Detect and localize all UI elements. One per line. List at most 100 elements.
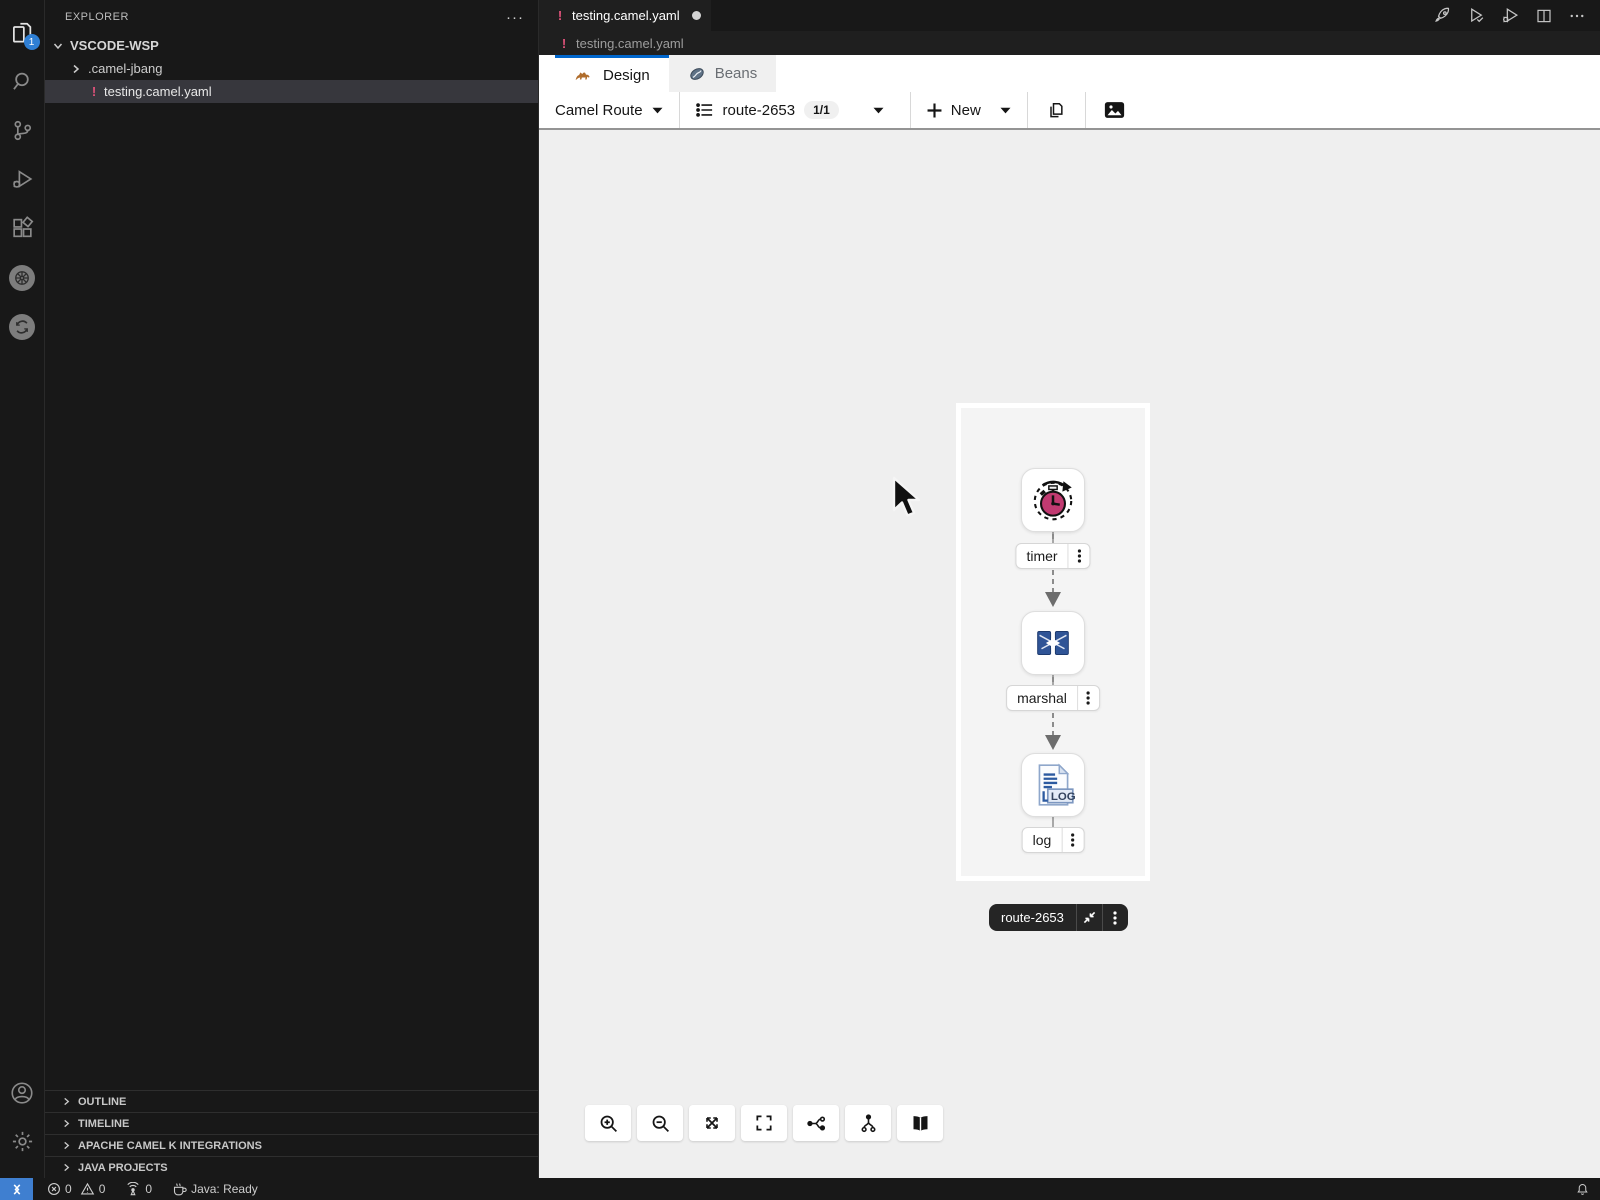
kaoto-tab-bar: Design Beans [539,55,1600,92]
tree-item-testing-camel-yaml[interactable]: ! testing.camel.yaml [45,80,538,103]
fit-to-screen-button[interactable] [741,1105,787,1141]
kubernetes-icon [9,265,35,291]
section-label: APACHE CAMEL K INTEGRATIONS [78,1140,262,1152]
chevron-down-icon [51,41,65,51]
vscode-window: 1 [0,0,1600,1200]
file-tree: VSCODE-WSP .camel-jbang ! testing.camel.… [45,34,538,103]
section-timeline[interactable]: TIMELINE [45,1112,538,1134]
node-timer[interactable] [1021,468,1085,532]
chevron-right-icon [59,1097,73,1106]
main-area: 1 [0,0,1600,1178]
kebab-menu-icon[interactable] [1077,686,1099,710]
sidebar-item-kubernetes[interactable] [0,253,45,302]
sidebar-item-run-debug[interactable] [0,155,45,204]
kaoto-canvas[interactable]: timer [539,130,1600,1178]
section-camel-k-integrations[interactable]: APACHE CAMEL K INTEGRATIONS [45,1134,538,1156]
sidebar-sections: OUTLINE TIMELINE APACHE CAMEL K INTEGRAT… [45,1090,538,1178]
explorer-title: EXPLORER [65,11,129,23]
tab-beans-label: Beans [715,65,758,82]
export-image-button[interactable] [1086,92,1144,128]
new-route-button[interactable]: New [911,92,1028,128]
workspace-root[interactable]: VSCODE-WSP [45,34,538,57]
sidebar-item-extensions[interactable] [0,204,45,253]
chevron-right-icon [59,1163,73,1172]
log-icon: LOG [1028,760,1078,810]
bean-icon [688,65,706,83]
breadcrumb-label: testing.camel.yaml [576,36,684,51]
tree-item-camel-jbang[interactable]: .camel-jbang [45,57,538,80]
explorer-header: EXPLORER ··· [45,0,538,34]
run-jbang-rocket-icon[interactable] [1433,6,1452,25]
extensions-icon [10,216,35,241]
route-count-badge: 1/1 [804,101,839,119]
modified-dot-icon[interactable] [692,11,701,20]
breadcrumb[interactable]: ! testing.camel.yaml [539,31,1600,55]
tab-beans[interactable]: Beans [669,55,777,92]
sidebar-item-explorer[interactable]: 1 [0,8,45,57]
status-bar: 0 0 0 Java: Ready [0,1178,1600,1200]
editor-tab-bar: ! testing.camel.yaml [539,0,1600,31]
camel-extension-icon [9,314,35,340]
node-label-marshal[interactable]: marshal [1006,685,1100,711]
node-label-text: log [1023,832,1062,848]
copy-flow-button[interactable] [1028,92,1086,128]
layout-vertical-button[interactable] [845,1105,891,1141]
sidebar-item-camel[interactable] [0,302,45,351]
chevron-right-icon [59,1119,73,1128]
run-integration-icon[interactable] [1467,6,1486,25]
section-outline[interactable]: OUTLINE [45,1090,538,1112]
caret-down-icon [1000,107,1011,114]
node-label-log[interactable]: log [1022,827,1085,853]
catalog-button[interactable] [897,1105,943,1141]
expand-button[interactable] [689,1105,735,1141]
kaoto-toolbar: Camel Route route-2653 1/1 [539,92,1600,130]
node-label-timer[interactable]: timer [1015,543,1090,569]
sidebar-item-search[interactable] [0,57,45,106]
debug-integration-icon[interactable] [1501,6,1520,25]
workspace-label: VSCODE-WSP [70,38,159,53]
ports-indicator[interactable]: 0 [125,1182,152,1196]
problems-warnings[interactable]: 0 [80,1182,106,1196]
explorer-more-actions-icon[interactable]: ··· [506,9,524,26]
route-name: route-2653 [723,102,796,119]
copy-icon [1046,100,1066,120]
section-java-projects[interactable]: JAVA PROJECTS [45,1156,538,1178]
sidebar-item-source-control[interactable] [0,106,45,155]
route-dropdown-button[interactable] [847,92,911,128]
tab-design-label: Design [603,67,650,84]
remote-indicator[interactable] [0,1178,33,1200]
search-icon [10,69,35,94]
notifications-button[interactable] [1575,1182,1590,1197]
node-label-text: marshal [1007,690,1077,706]
java-status[interactable]: Java: Ready [172,1182,258,1196]
caret-down-icon [652,107,663,114]
kebab-menu-icon[interactable] [1068,544,1090,568]
tab-title: testing.camel.yaml [572,8,680,23]
activity-bar: 1 [0,0,45,1178]
caret-down-icon [873,107,884,114]
split-editor-icon[interactable] [1535,7,1553,25]
tab-design[interactable]: Design [555,55,669,92]
yaml-file-icon: ! [559,36,569,51]
node-marshal[interactable] [1021,611,1085,675]
tab-testing-camel-yaml[interactable]: ! testing.camel.yaml [539,0,711,31]
layout-horizontal-button[interactable] [793,1105,839,1141]
problems-errors[interactable]: 0 [47,1182,72,1196]
dsl-selector[interactable]: Camel Route [555,92,680,128]
chevron-right-icon [69,64,83,74]
route-group-label[interactable]: route-2653 [989,904,1128,931]
more-actions-icon[interactable] [1568,7,1586,25]
zoom-out-button[interactable] [637,1105,683,1141]
account-button[interactable] [0,1068,45,1117]
settings-button[interactable] [0,1117,45,1166]
node-log[interactable]: LOG [1021,753,1085,817]
camel-icon [574,67,594,83]
canvas-toolbar [585,1105,943,1141]
collapse-route-icon[interactable] [1076,904,1102,931]
kebab-menu-icon[interactable] [1102,904,1128,931]
zoom-in-button[interactable] [585,1105,631,1141]
error-count: 0 [65,1182,72,1196]
kaoto-designer: Design Beans Camel Route [539,55,1600,1178]
kebab-menu-icon[interactable] [1061,828,1083,852]
route-selector[interactable]: route-2653 1/1 [680,92,847,128]
